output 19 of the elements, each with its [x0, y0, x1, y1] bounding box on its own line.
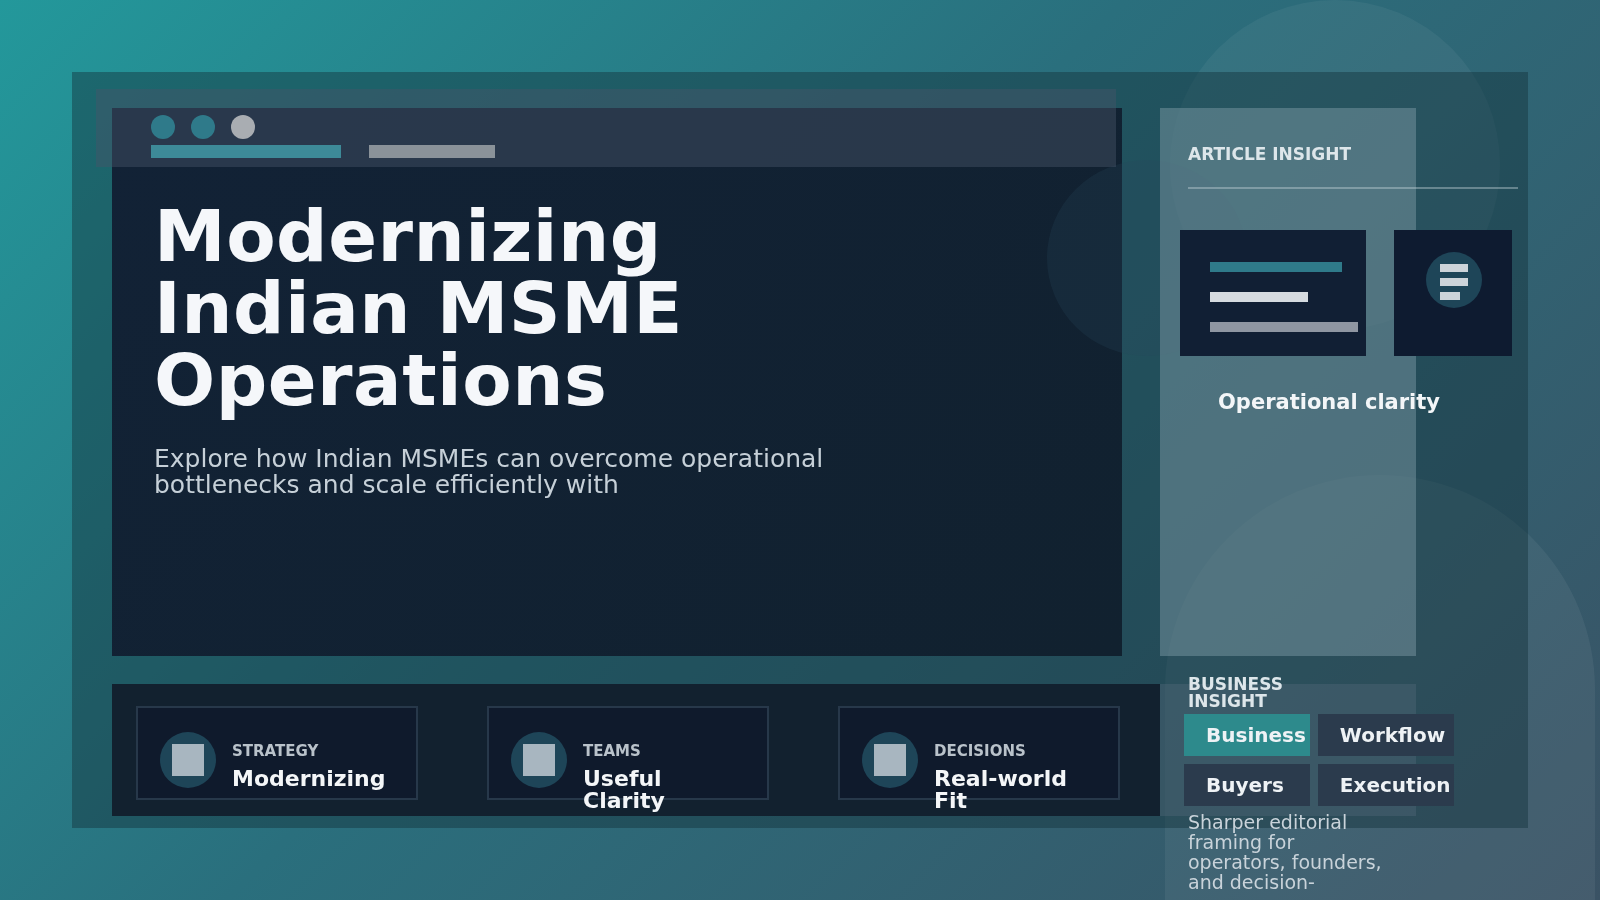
tag-button[interactable]: Buyers: [1184, 764, 1310, 806]
tag-button[interactable]: Business: [1184, 714, 1310, 756]
square-badge-icon: [511, 732, 567, 788]
feature-title: Real-world Fit: [934, 768, 1068, 812]
insight-caption: Operational clarity: [1218, 390, 1441, 414]
square-badge-icon: [160, 732, 216, 788]
feature-category: TEAMS: [583, 742, 642, 760]
panel-heading: BUSINESS INSIGHT: [1188, 676, 1284, 710]
feature-category: DECISIONS: [934, 742, 1027, 760]
window-dots-icon: [151, 115, 257, 139]
feature-title: Useful Clarity: [583, 768, 666, 812]
insight-description: Sharper editorial framing for operators, founders, and decision-: [1188, 812, 1383, 892]
feature-category: STRATEGY: [232, 742, 320, 760]
hero-subtitle: Explore how Indian MSMEs can overcome operational bottlenecks and scale efficiently with: [154, 446, 825, 498]
feature-title: Modernizing: [232, 768, 387, 790]
panel-heading: ARTICLE INSIGHT: [1188, 144, 1352, 164]
tag-button[interactable]: Workflow: [1317, 714, 1455, 756]
tag-button[interactable]: Execution: [1317, 764, 1455, 806]
square-badge-icon: [862, 732, 918, 788]
